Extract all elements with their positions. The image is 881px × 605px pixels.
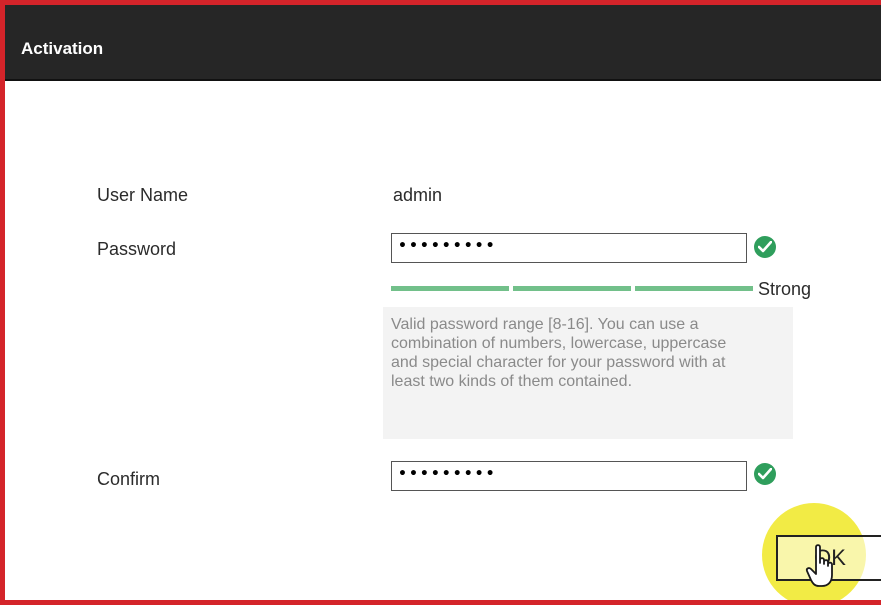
username-label: User Name <box>97 185 189 205</box>
strength-segment-3 <box>635 286 753 291</box>
password-label: Password <box>97 239 177 259</box>
confirm-label: Confirm <box>97 469 161 489</box>
strength-label: Strong <box>758 279 812 299</box>
strength-segment-1 <box>391 286 509 291</box>
password-hint-text: Valid password range [8-16]. You can use… <box>391 316 727 390</box>
confirm-valid-check-icon <box>754 463 776 485</box>
titlebar: Activation <box>5 5 881 81</box>
password-valid-check-icon <box>754 236 776 258</box>
hand-pointer-icon <box>805 544 833 587</box>
username-value: admin <box>393 185 443 205</box>
confirm-password-field[interactable]: ••••••••• <box>391 461 747 491</box>
password-hint-box: Valid password range [8-16]. You can use… <box>383 307 793 439</box>
strength-segment-2 <box>513 286 631 291</box>
password-field[interactable]: ••••••••• <box>391 233 747 263</box>
activation-dialog: Activation User Name admin Password ••••… <box>0 0 881 605</box>
dialog-title: Activation <box>21 39 104 58</box>
